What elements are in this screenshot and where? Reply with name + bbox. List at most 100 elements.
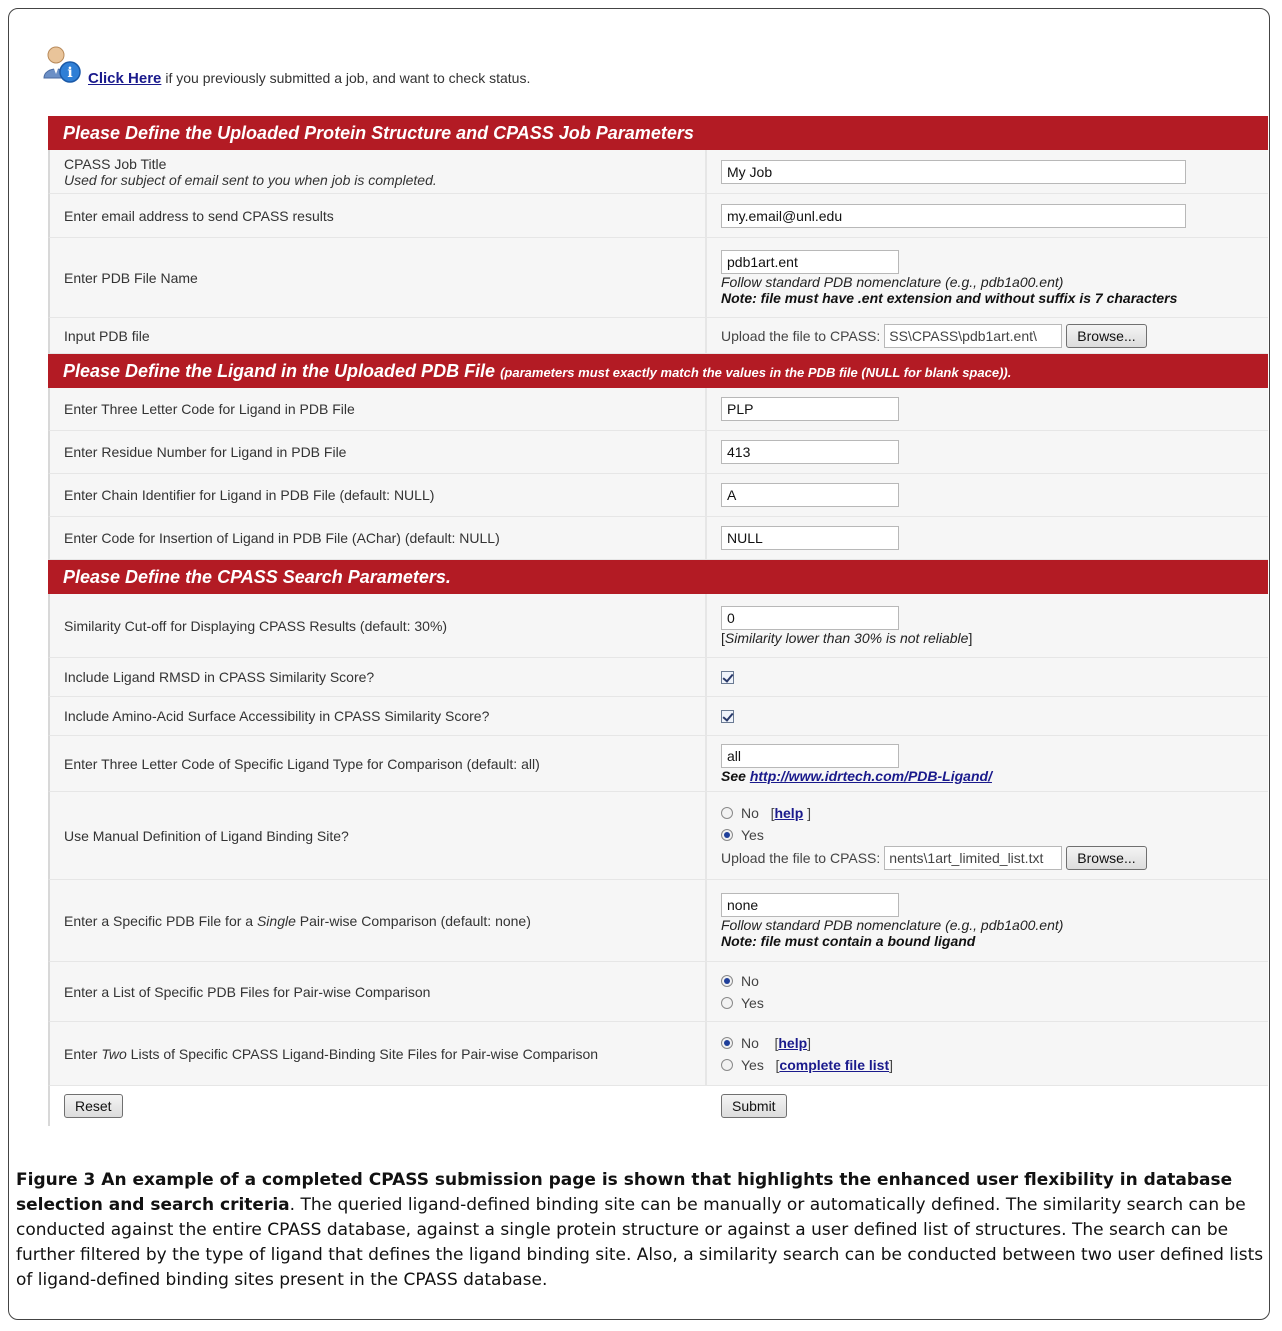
manual-help-link[interactable]: help [774,805,803,821]
section-ligand-title: Please Define the Ligand in the Uploaded… [63,361,496,381]
form-buttons-row: Reset Submit [48,1086,1268,1126]
ligand-type-label: Enter Three Letter Code of Specific Liga… [64,755,540,772]
two-lists-label-em: Two [101,1045,127,1062]
pdb-list-no-radio[interactable] [721,974,733,987]
pdb-filename-input[interactable] [721,249,899,274]
pdb-filename-note: Note: file must have .ent extension and … [721,289,1178,306]
ligand-code-input[interactable] [721,397,899,421]
manual-no-radio[interactable] [721,806,733,819]
two-lists-row: Enter Two Lists of Specific CPASS Ligand… [48,1022,1268,1086]
complete-file-list-link[interactable]: complete file list [779,1057,889,1073]
site-file-path-text: nents\1art_limited_list.txt [889,849,1044,866]
email-label: Enter email address to send CPASS result… [64,207,334,224]
rmsd-row: Include Ligand RMSD in CPASS Similarity … [48,658,1268,697]
pdb-list-yes-radio[interactable] [721,996,733,1009]
job-title-input[interactable] [721,159,1186,184]
pdb-list-yes-label: Yes [741,994,764,1011]
cutoff-hint: Similarity lower than 30% is not reliabl… [724,629,969,646]
ligand-type-input[interactable] [721,743,899,768]
pdb-filename-label: Enter PDB File Name [64,269,198,286]
rmsd-checkbox[interactable] [721,670,734,684]
ligand-chain-row: Enter Chain Identifier for Ligand in PDB… [48,474,1268,517]
site-file-path-field[interactable]: nents\1art_limited_list.txt [884,845,1063,870]
single-pdb-note: Note: file must contain a bound ligand [721,932,976,949]
browse-pdb-button[interactable]: Browse... [1066,323,1147,348]
manual-yes-option[interactable]: Yes [721,824,1268,846]
cutoff-hint-close: ] [968,629,973,646]
ligand-chain-label: Enter Chain Identifier for Ligand in PDB… [64,487,435,503]
section-ligand-subtitle: (parameters must exactly match the value… [500,365,1012,380]
manual-upload-label: Upload the file to CPASS: [721,849,881,866]
figure-caption: Figure 3 An example of a completed CPASS… [16,1168,1264,1293]
reset-button[interactable]: Reset [64,1094,123,1118]
manual-yes-radio[interactable] [721,828,733,841]
single-pdb-row: Enter a Specific PDB File for a Single P… [48,880,1268,962]
pdb-list-yes-option[interactable]: Yes [721,992,1268,1014]
upload-label: Upload the file to CPASS: [721,327,881,344]
accessibility-checkbox[interactable] [721,709,734,723]
job-title-row: CPASS Job Title Used for subject of emai… [48,150,1268,194]
click-here-link[interactable]: Click Here [88,70,161,87]
ligand-residue-input[interactable] [721,440,899,464]
pdb-list-no-option[interactable]: No [721,970,1268,992]
ligand-insertion-label: Enter Code for Insertion of Ligand in PD… [64,530,500,546]
ligand-residue-row: Enter Residue Number for Ligand in PDB F… [48,431,1268,474]
ligand-type-row: Enter Three Letter Code of Specific Liga… [48,736,1268,792]
two-lists-label-a: Enter [64,1045,98,1062]
manual-site-row: Use Manual Definition of Ligand Binding … [48,792,1268,880]
two-lists-no-option[interactable]: No [help] [721,1032,1268,1054]
cutoff-row: Similarity Cut-off for Displaying CPASS … [48,594,1268,658]
two-lists-label: Enter Two Lists of Specific CPASS Ligand… [64,1046,705,1062]
cutoff-input[interactable] [721,605,899,630]
two-lists-label-b: Lists of Specific CPASS Ligand-Binding S… [130,1045,599,1062]
pdb-list-row: Enter a List of Specific PDB Files for P… [48,962,1268,1022]
cpass-form: Please Define the Uploaded Protein Struc… [48,116,1268,1126]
submit-button[interactable]: Submit [721,1094,787,1118]
manual-yes-label: Yes [741,826,764,843]
ligand-insertion-input[interactable] [721,526,899,550]
ligand-residue-label: Enter Residue Number for Ligand in PDB F… [64,444,347,460]
single-pdb-input[interactable] [721,892,899,917]
section-header-search: Please Define the CPASS Search Parameter… [48,560,1268,594]
two-lists-yes-option[interactable]: Yes [complete file list] [721,1054,1268,1076]
single-pdb-label-em: Single [256,912,296,929]
two-lists-help-link[interactable]: help [778,1035,807,1051]
ligand-type-see-text: See [721,767,746,784]
two-lists-no-radio[interactable] [721,1036,733,1049]
ligand-type-see: See http://www.idrtech.com/PDB-Ligand/ [721,768,1268,784]
browse-site-button[interactable]: Browse... [1066,845,1147,870]
manual-site-label: Use Manual Definition of Ligand Binding … [64,827,349,844]
accessibility-row: Include Amino-Acid Surface Accessibility… [48,697,1268,736]
pdb-filename-row: Enter PDB File Name Follow standard PDB … [48,238,1268,318]
ligand-code-label: Enter Three Letter Code for Ligand in PD… [64,401,355,417]
accessibility-label: Include Amino-Acid Surface Accessibility… [64,708,490,724]
ligand-code-row: Enter Three Letter Code for Ligand in PD… [48,388,1268,431]
status-check-bar: Click Here if you previously submitted a… [88,64,530,92]
rmsd-label: Include Ligand RMSD in CPASS Similarity … [64,669,375,685]
status-check-text: if you previously submitted a job, and w… [165,70,531,86]
email-row: Enter email address to send CPASS result… [48,194,1268,238]
input-pdb-row: Input PDB file Upload the file to CPASS:… [48,318,1268,354]
input-pdb-label: Input PDB file [64,327,150,344]
manual-no-option[interactable]: No [help ] [721,802,1268,824]
svg-text:i: i [67,65,72,81]
pdb-file-path-field[interactable]: \SS\CPASS\pdb1art.ent [884,323,1063,348]
pdb-list-label: Enter a List of Specific PDB Files for P… [64,983,431,1000]
user-info-icon: i [43,46,81,83]
job-title-note: Used for subject of email sent to you wh… [64,171,437,188]
ligand-chain-input[interactable] [721,483,899,507]
pdb-ligand-link[interactable]: http://www.idrtech.com/PDB-Ligand/ [750,768,992,784]
pdb-filename-hint: Follow standard PDB nomenclature (e.g., … [721,273,1064,290]
pdb-file-path-text: \SS\CPASS\pdb1art.ent [889,327,1037,344]
two-lists-yes-label: Yes [741,1056,764,1073]
two-lists-no-label: No [741,1034,759,1051]
single-pdb-label: Enter a Specific PDB File for a Single P… [64,913,705,929]
single-pdb-label-a: Enter a Specific PDB File for a [64,912,254,929]
cutoff-label: Similarity Cut-off for Displaying CPASS … [64,617,448,634]
section-header-ligand: Please Define the Ligand in the Uploaded… [48,354,1268,388]
job-title-label: CPASS Job Title [64,155,167,172]
email-input[interactable] [721,203,1186,228]
two-lists-yes-radio[interactable] [721,1058,733,1071]
section-header-job: Please Define the Uploaded Protein Struc… [48,116,1268,150]
ligand-insertion-row: Enter Code for Insertion of Ligand in PD… [48,517,1268,560]
